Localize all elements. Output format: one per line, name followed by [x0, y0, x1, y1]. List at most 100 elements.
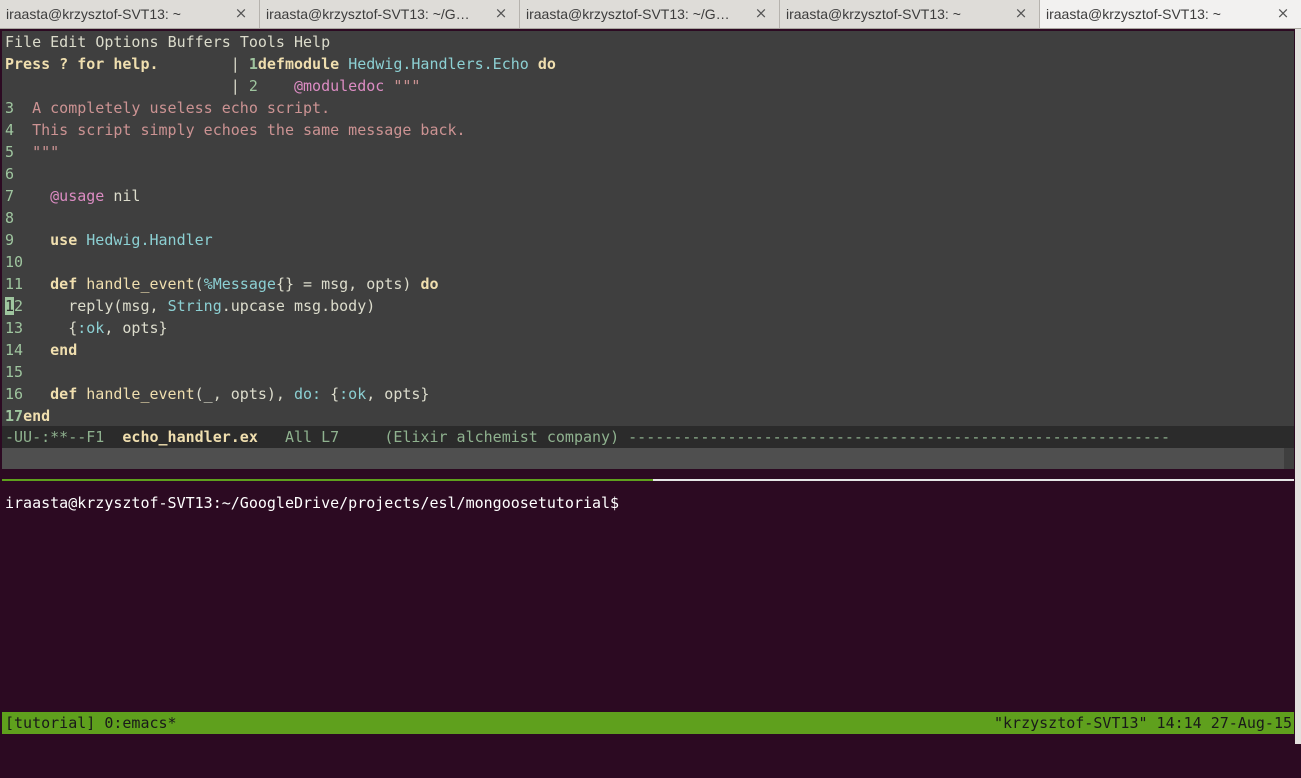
code-line-7: 7 @usage nil — [5, 185, 140, 207]
menu-tools[interactable]: Tools — [240, 33, 285, 51]
tab-label: iraasta@krzysztof-SVT13: ~ — [1046, 6, 1221, 22]
line-number: 10 — [5, 253, 24, 271]
tab-2[interactable]: iraasta@krzysztof-SVT13: ~/G… × — [260, 0, 520, 28]
help-hint: Press ? for help. — [5, 55, 159, 73]
code-text: (_, opts), — [194, 385, 294, 403]
line-number: 6 — [5, 165, 15, 183]
line-number: 13 — [5, 319, 24, 337]
mode-line-fill: ----------------------------------------… — [628, 428, 1171, 446]
line-number: 2 — [14, 297, 24, 315]
pane-divider-active — [2, 479, 653, 481]
menu-options[interactable]: Options — [95, 33, 158, 51]
close-icon[interactable]: × — [1014, 6, 1028, 21]
emacs-minibuffer[interactable] — [2, 448, 1284, 469]
pane-divider — [653, 479, 1294, 481]
line-number: 9 — [5, 231, 15, 249]
line-number: 11 — [5, 275, 24, 293]
menu-file[interactable]: File — [5, 33, 41, 51]
keyword: end — [50, 341, 78, 359]
docstring: This script simply echoes the same messa… — [32, 121, 466, 139]
tab-4[interactable]: iraasta@krzysztof-SVT13: ~ × — [780, 0, 1040, 28]
line-number: 3 — [5, 99, 15, 117]
buffer-position: All L7 — [257, 428, 385, 446]
menu-help[interactable]: Help — [294, 33, 330, 51]
code-line-11: 11 def handle_event(%Message{} = msg, op… — [5, 273, 439, 295]
code-line-12: 12 reply(msg, String.upcase msg.body) — [5, 295, 375, 317]
code-text: { — [321, 385, 340, 403]
code-text: nil — [104, 187, 141, 205]
code-text: , opts} — [366, 385, 430, 403]
tab-label: iraasta@krzysztof-SVT13: ~ — [786, 6, 961, 22]
module-attribute: @usage — [50, 187, 105, 205]
code-line-14: 14 end — [5, 339, 77, 361]
docstring: """ — [32, 143, 60, 161]
tmux-session-window: [tutorial] 0:emacs* — [5, 714, 177, 732]
tab-label: iraasta@krzysztof-SVT13: ~ — [6, 6, 181, 22]
keyword: def — [50, 275, 78, 293]
module-name: Hedwig.Handler — [86, 231, 213, 249]
code-text: ( — [194, 275, 204, 293]
buffer-status: -UU-:**--F1 — [5, 428, 123, 446]
keyword: do — [537, 55, 556, 73]
code-text: reply(msg, — [68, 297, 168, 315]
menu-buffers[interactable]: Buffers — [168, 33, 231, 51]
text-cursor: 1 — [5, 297, 15, 315]
struct-name: %Message — [203, 275, 276, 293]
tab-label: iraasta@krzysztof-SVT13: ~/G… — [526, 6, 730, 22]
function-name: handle_event — [86, 275, 195, 293]
code-line-2: | 2 @moduledoc """ — [5, 77, 421, 95]
module-name: String — [167, 297, 222, 315]
window-scrollbar[interactable] — [1295, 29, 1301, 744]
code-text: { — [68, 319, 78, 337]
code-line-5: 5 """ — [5, 141, 59, 163]
docstring: """ — [393, 77, 421, 95]
code-line-16: 16 def handle_event(_, opts), do: {:ok, … — [5, 383, 429, 405]
close-icon[interactable]: × — [1276, 6, 1290, 21]
tab-1[interactable]: iraasta@krzysztof-SVT13: ~ × — [0, 0, 260, 28]
line-number: 15 — [5, 363, 24, 381]
code-line-10: 10 — [5, 251, 23, 273]
emacs-mode-line: -UU-:**--F1 echo_handler.ex All L7 (Elix… — [2, 426, 1294, 448]
code-line-13: 13 {:ok, opts} — [5, 317, 168, 339]
tab-3[interactable]: iraasta@krzysztof-SVT13: ~/G… × — [520, 0, 780, 28]
close-icon[interactable]: × — [234, 6, 248, 21]
close-icon[interactable]: × — [754, 6, 768, 21]
code-text: , opts} — [104, 319, 168, 337]
buffer-name: echo_handler.ex — [122, 428, 258, 446]
emacs-menu-bar: File Edit Options Buffers Tools Help — [5, 31, 330, 53]
code-line-8: 8 — [5, 207, 14, 229]
shell-prompt[interactable]: iraasta@krzysztof-SVT13:~/GoogleDrive/pr… — [5, 492, 619, 514]
atom: do: — [294, 385, 322, 403]
tmux-status-bar: [tutorial] 0:emacs* "krzysztof-SVT13" 14… — [2, 712, 1294, 734]
code-text: .upcase msg.body) — [221, 297, 376, 315]
line-number: 7 — [5, 187, 15, 205]
code-line-3: 3 A completely useless echo script. — [5, 97, 330, 119]
module-name: Hedwig.Handlers.Echo — [348, 55, 529, 73]
major-minor-modes: (Elixir alchemist company) — [384, 428, 629, 446]
code-text: {} = msg, opts) — [275, 275, 421, 293]
keyword: do — [420, 275, 439, 293]
line-number: 4 — [5, 121, 15, 139]
line-number: 2 — [248, 77, 258, 95]
code-line-4: 4 This script simply echoes the same mes… — [5, 119, 466, 141]
line-number: 8 — [5, 209, 15, 227]
line-number: 17 — [5, 407, 24, 425]
code-line-9: 9 use Hedwig.Handler — [5, 229, 213, 251]
tab-label: iraasta@krzysztof-SVT13: ~/G… — [266, 6, 470, 22]
code-line-1: Press ? for help. | 1defmodule Hedwig.Ha… — [5, 55, 556, 73]
line-number: 5 — [5, 143, 15, 161]
atom: :ok — [77, 319, 105, 337]
keyword: defmodule — [257, 55, 340, 73]
tab-5-active[interactable]: iraasta@krzysztof-SVT13: ~ × — [1040, 0, 1301, 28]
line-number: 14 — [5, 341, 24, 359]
line-number: 16 — [5, 385, 24, 403]
emacs-pane[interactable]: File Edit Options Buffers Tools Help Pre… — [2, 31, 1294, 469]
function-name: handle_event — [86, 385, 195, 403]
module-attribute: @moduledoc — [294, 77, 385, 95]
close-icon[interactable]: × — [494, 6, 508, 21]
code-line-6: 6 — [5, 163, 14, 185]
keyword: end — [23, 407, 51, 425]
menu-edit[interactable]: Edit — [50, 33, 86, 51]
code-line-17: 17end — [5, 405, 50, 427]
keyword: use — [50, 231, 78, 249]
